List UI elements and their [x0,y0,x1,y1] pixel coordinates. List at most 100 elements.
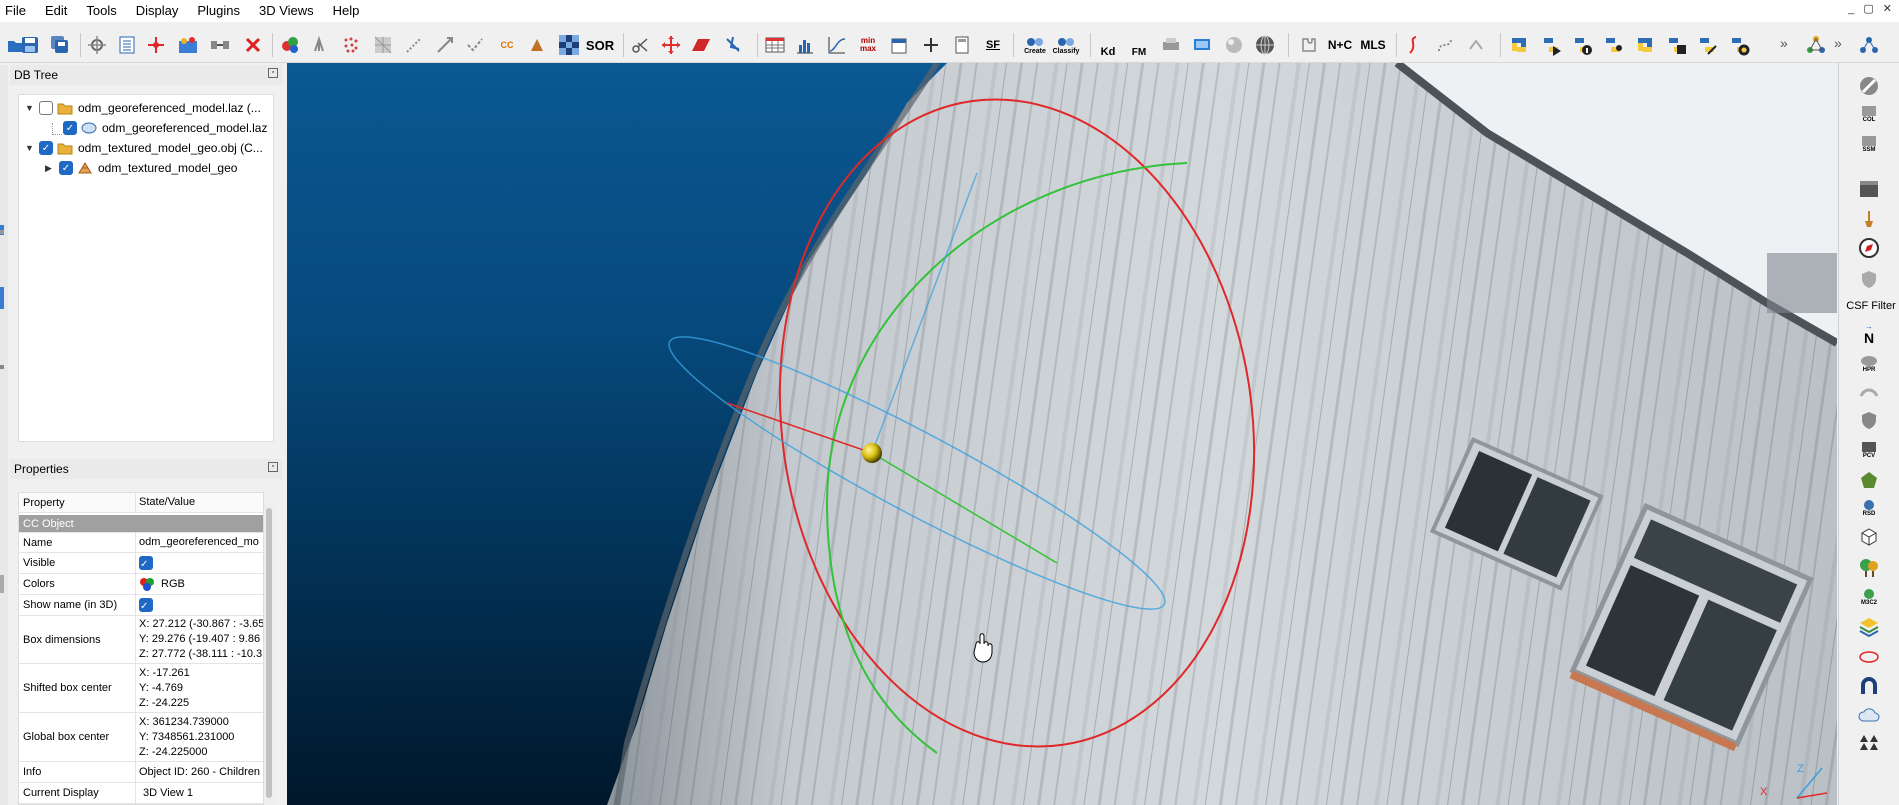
normals-icon[interactable] [308,32,334,58]
expand-arrow-icon[interactable]: ▼ [25,103,37,113]
python-icon-2[interactable] [1632,32,1658,58]
toolbar-more-button-1[interactable]: » [1780,35,1788,51]
ssm-button[interactable]: SSM [1856,133,1882,155]
histogram-icon[interactable] [792,32,818,58]
pcv-button[interactable]: PCV [1856,439,1882,461]
current-display-select[interactable]: 3D View 1 [139,786,263,801]
visibility-checkbox[interactable]: ✓ [39,141,53,155]
clapper-icon[interactable] [1856,178,1882,200]
table-icon[interactable] [762,32,788,58]
north-button[interactable]: → N [1856,323,1882,346]
menu-file[interactable]: File [0,0,39,22]
python-settings-icon[interactable] [1726,32,1752,58]
menu-3d-views[interactable]: 3D Views [253,0,327,22]
3d-viewport[interactable]: X Z [287,63,1837,805]
brush-icon[interactable] [1856,208,1882,230]
m3c2-button[interactable]: M3C2 [1856,586,1882,608]
poisson-icon[interactable] [1856,381,1882,403]
properties-float-icon[interactable]: ▫ [268,462,278,472]
point-pick-icon[interactable] [143,32,169,58]
python-script-icon[interactable] [1694,32,1720,58]
min-max-button[interactable]: min max [855,32,881,58]
delete-icon[interactable] [240,32,266,58]
mls-button[interactable]: MLS [1360,32,1386,58]
visibility-checkbox[interactable] [39,101,53,115]
mesh-icon[interactable] [370,32,396,58]
curve-icon[interactable] [824,32,850,58]
calculator-icon[interactable] [949,32,975,58]
scale-icon[interactable] [432,32,458,58]
globe-icon[interactable] [1252,32,1278,58]
ellipse-icon[interactable] [1856,646,1882,668]
show-name-checkbox[interactable]: ✓ [139,598,153,612]
visible-checkbox[interactable]: ✓ [139,556,153,570]
plugin-tree-icon[interactable] [1856,32,1882,58]
python-info-icon[interactable] [1569,32,1595,58]
shield-icon[interactable] [1856,268,1882,290]
hpr-button[interactable]: HPR [1856,353,1882,375]
print-icon[interactable] [1158,32,1184,58]
python-cube-icon[interactable] [1663,32,1689,58]
monitor-icon[interactable] [1189,32,1215,58]
forest-icon[interactable] [1856,733,1882,755]
segment-icon[interactable] [175,32,201,58]
menu-plugins[interactable]: Plugins [191,0,253,22]
shape-icon[interactable] [1432,32,1458,58]
rsd-button[interactable]: RSD [1856,497,1882,519]
magnet-icon[interactable] [1856,675,1882,697]
paste-icon[interactable] [1463,32,1489,58]
python-run-icon[interactable] [1538,32,1564,58]
visibility-checkbox[interactable]: ✓ [63,121,77,135]
menu-help[interactable]: Help [327,0,373,22]
align-icon[interactable] [462,32,488,58]
cloud-icon[interactable] [1856,705,1882,727]
merge-icon[interactable] [207,32,233,58]
normal-orientation-button[interactable]: N+C [1327,32,1353,58]
distance-icon[interactable] [401,32,427,58]
scalar-field-button[interactable]: SF [980,32,1006,58]
calendar-icon[interactable] [886,32,912,58]
collapsed-arrow-icon[interactable]: ▶ [45,163,57,174]
window-controls[interactable]: _ ▢ ✕ [1848,2,1895,15]
connected-components-button[interactable]: CC [494,32,520,58]
translate-rotate-icon[interactable] [84,32,110,58]
save-icon[interactable] [17,32,43,58]
noise-filter-icon[interactable] [556,32,582,58]
shield-filled-icon[interactable] [1856,409,1882,431]
register-icon[interactable] [720,32,746,58]
subsample-icon[interactable] [338,32,364,58]
kdtree-button[interactable]: Kd [1095,32,1121,58]
tree-item-laz-cloud[interactable]: ✓ odm_georeferenced_model.laz [61,118,267,138]
color-scale-icon[interactable] [278,32,304,58]
col-button[interactable]: COL [1856,103,1882,125]
save-all-icon[interactable] [47,32,73,58]
curve-red-icon[interactable] [1400,32,1426,58]
label-icon[interactable] [524,32,550,58]
compass-icon[interactable] [1856,237,1882,259]
csf-filter-button[interactable]: CSF Filter [1843,300,1899,312]
canupo-classify-button[interactable]: Classify [1053,32,1079,58]
tree-item-obj-group[interactable]: ▼ ✓ odm_textured_model_geo.obj (C... [25,138,263,158]
prop-name-row[interactable]: Name odm_georeferenced_mo [19,533,263,553]
prop-name-value[interactable]: odm_georeferenced_mo [139,535,263,550]
canupo-create-button[interactable]: Create [1022,32,1048,58]
visibility-checkbox[interactable]: ✓ [59,161,73,175]
tree-item-obj-mesh[interactable]: ▶ ✓ odm_textured_model_geo [45,158,237,178]
list-icon[interactable] [114,32,140,58]
ransac-icon[interactable] [1856,469,1882,491]
toolbar-more-button-2[interactable]: » [1834,35,1842,51]
menu-tools[interactable]: Tools [80,0,129,22]
properties-scrollbar[interactable] [264,504,274,805]
plane-icon[interactable] [688,32,714,58]
cube-icon[interactable] [1856,526,1882,548]
facet-button[interactable]: FM [1126,32,1152,58]
expand-arrow-icon[interactable]: ▼ [25,143,37,153]
pivot-ball[interactable] [862,443,882,463]
puzzle-icon[interactable] [1296,32,1322,58]
add-icon[interactable] [918,32,944,58]
layers-icon[interactable] [1856,616,1882,638]
plugin-network-icon[interactable] [1803,32,1829,58]
db-tree-float-icon[interactable]: ▫ [268,68,278,78]
menu-display[interactable]: Display [130,0,192,22]
menu-edit[interactable]: Edit [39,0,80,22]
